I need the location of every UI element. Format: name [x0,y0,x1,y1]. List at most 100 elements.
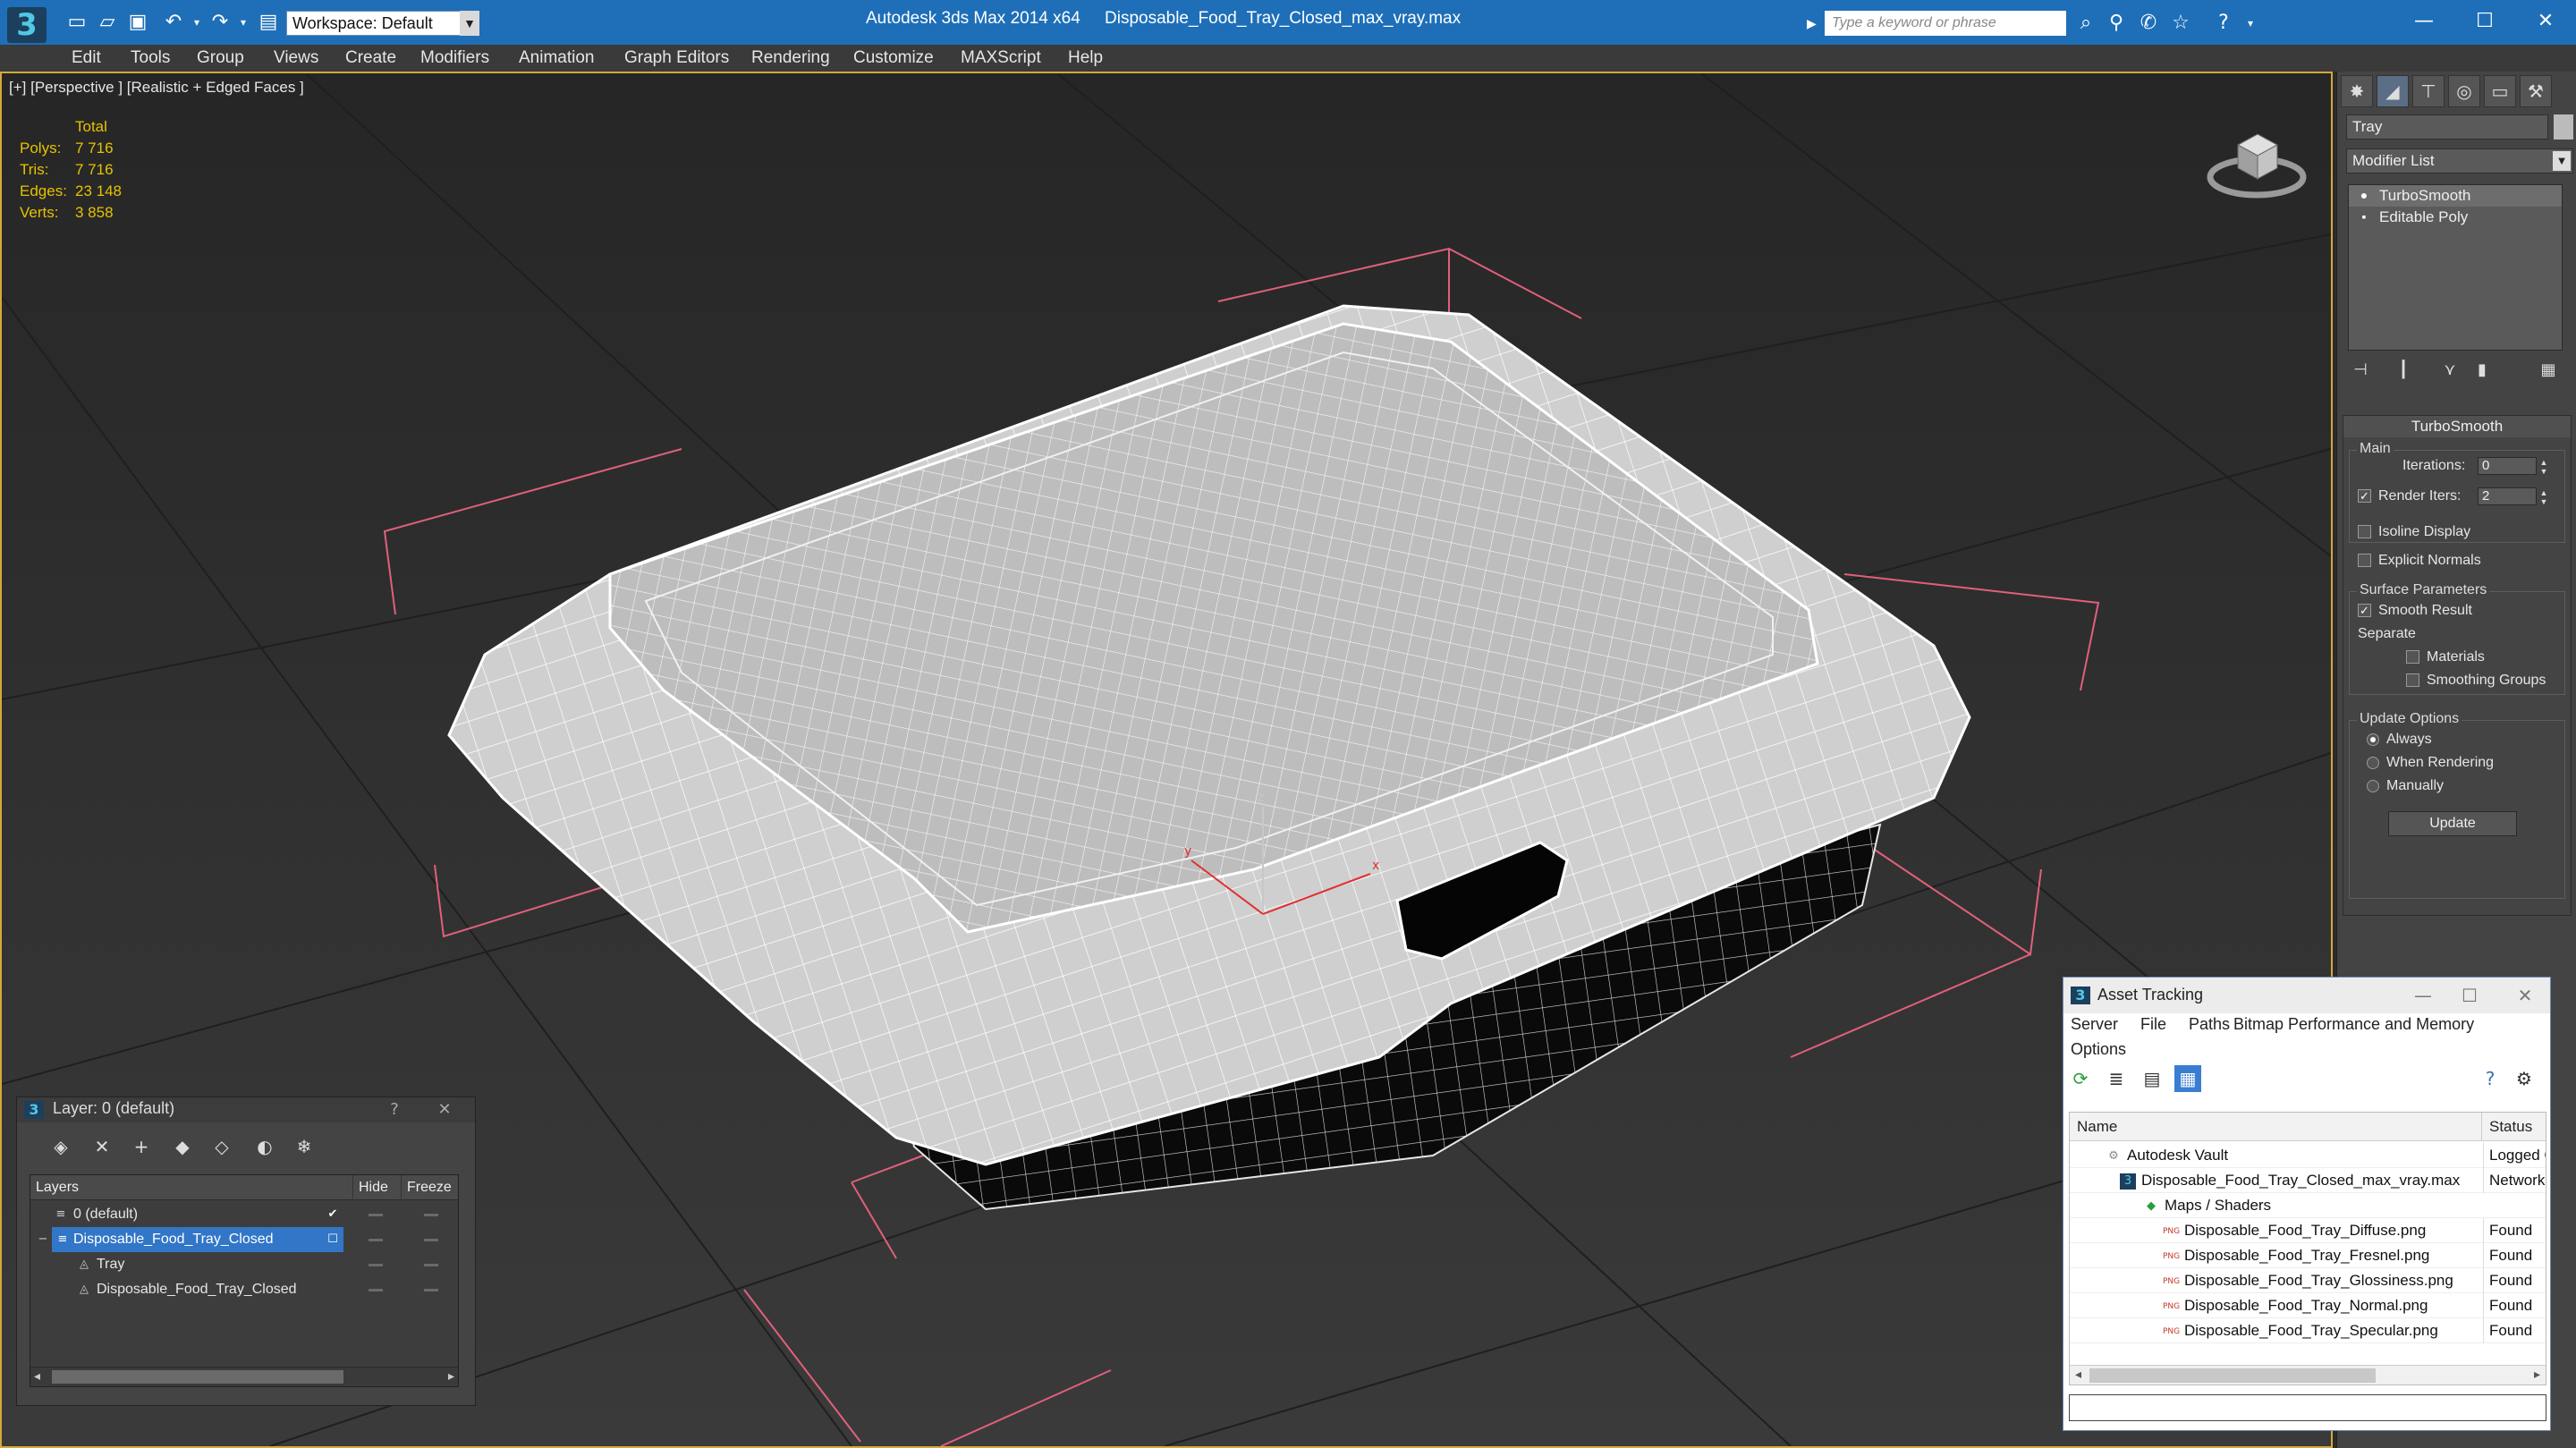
expand-plus-icon[interactable]: ▪ [2356,208,2372,224]
modify-tab-icon[interactable]: ◢ [2377,75,2409,107]
column-header-status[interactable]: Status [2481,1113,2546,1141]
menu-bitmap-performance[interactable]: Bitmap Performance and Memory [2233,1013,2474,1035]
lightbulb-icon[interactable]: ● [2356,187,2372,203]
scroll-right-icon[interactable]: ▸ [2534,1367,2540,1382]
hide-toggle[interactable] [369,1264,383,1266]
asset-row[interactable]: 3 Disposable_Food_Tray_Closed_max_vray.ma… [2070,1168,2546,1193]
when-rendering-row[interactable]: When Rendering [2367,752,2494,774]
minimize-icon[interactable]: — [2403,978,2443,1013]
layer-row[interactable]: ◬ Disposable_Food_Tray_Closed [30,1277,458,1302]
chevron-down-icon[interactable]: ▼ [460,11,479,36]
always-row[interactable]: Always [2367,729,2432,750]
modifier-list-dropdown[interactable]: Modifier List ▼ [2346,148,2573,174]
column-header-freeze[interactable]: Freeze [401,1175,460,1200]
stack-item-turbosmooth[interactable]: ● TurboSmooth [2349,185,2562,207]
materials-row[interactable]: Materials [2406,647,2485,668]
materials-checkbox[interactable] [2406,650,2419,665]
configure-modifier-sets-icon[interactable]: ▦ [2536,358,2561,383]
asset-row[interactable]: PNG Disposable_Food_Tray_Specular.png Fou… [2070,1318,2546,1343]
undo-dropdown-icon[interactable]: ▾ [184,11,209,34]
redo-dropdown-icon[interactable]: ▾ [231,11,256,34]
show-end-result-icon[interactable]: ┃ [2391,358,2416,383]
help-button[interactable]: ? [380,1097,409,1122]
workspace-select[interactable]: Workspace: Default [286,11,479,36]
freeze-toggle[interactable] [424,1264,438,1266]
hide-toggle[interactable] [369,1239,383,1241]
when-rendering-radio[interactable] [2367,756,2379,769]
menu-server[interactable]: Server [2071,1013,2118,1035]
remove-modifier-icon[interactable]: ▮ [2470,358,2495,383]
menu-create[interactable]: Create [345,45,396,72]
modifier-stack[interactable]: ● TurboSmooth ▪ Editable Poly [2348,184,2563,351]
object-name[interactable]: Disposable_Food_Tray_Closed [97,1277,304,1302]
subscription-icon[interactable]: ⚲ [2102,11,2131,36]
menu-maxscript[interactable]: MAXScript [961,45,1041,72]
save-file-icon[interactable]: ▣ [125,11,150,34]
viewport-label[interactable]: [+] [Perspective ] [Realistic + Edged Fa… [9,79,304,97]
render-iters-row[interactable]: ✓ Render Iters: [2358,486,2461,507]
horizontal-scrollbar[interactable]: ◂ ▸ [2070,1365,2546,1384]
search-input[interactable]: Type a keyword or phrase [1825,11,2066,36]
scrollbar-thumb[interactable] [2089,1368,2376,1383]
chevron-down-icon[interactable]: ▼ [2553,151,2571,171]
menu-modifiers[interactable]: Modifiers [420,45,489,72]
redo-icon[interactable]: ↷ [208,11,233,34]
menu-animation[interactable]: Animation [519,45,595,72]
refresh-icon[interactable]: ⟳ [2067,1065,2094,1092]
scroll-left-icon[interactable]: ◂ [2075,1367,2081,1382]
close-icon[interactable]: ✕ [2519,4,2572,39]
grid-view-icon[interactable]: ▦ [2174,1065,2201,1092]
asset-row[interactable]: ⚙ Autodesk Vault Logged Out [2070,1143,2546,1168]
object-color-swatch[interactable] [2554,114,2573,140]
layer-name[interactable]: 0 (default) [73,1202,145,1227]
menu-rendering[interactable]: Rendering [751,45,830,72]
menu-graph-editors[interactable]: Graph Editors [624,45,729,72]
communication-icon[interactable]: ✆ [2134,11,2163,36]
smoothing-groups-checkbox[interactable] [2406,673,2419,688]
add-to-layer-icon[interactable]: + [128,1133,155,1160]
asset-row[interactable]: PNG Disposable_Food_Tray_Normal.png Found [2070,1293,2546,1318]
create-layer-icon[interactable]: ◈ [47,1133,74,1160]
isoline-checkbox[interactable] [2358,525,2371,539]
stack-item-editable-poly[interactable]: ▪ Editable Poly [2349,207,2562,228]
undo-icon[interactable]: ↶ [161,11,186,34]
scroll-right-icon[interactable]: ▸ [448,1368,454,1384]
spinner-arrows-icon[interactable]: ▲ ▼ [2538,488,2550,506]
create-tab-icon[interactable]: ✸ [2341,75,2373,107]
delete-layer-icon[interactable]: ✕ [89,1133,115,1160]
table-view-icon[interactable]: ▤ [2139,1065,2165,1092]
asset-row[interactable]: PNG Disposable_Food_Tray_Fresnel.png Foun… [2070,1243,2546,1268]
object-name-field[interactable]: Tray [2346,114,2548,140]
layer-name[interactable]: Disposable_Food_Tray_Closed [52,1227,343,1252]
always-radio[interactable] [2367,732,2379,746]
freeze-all-layers-icon[interactable]: ❄ [291,1133,318,1160]
active-layer-check-icon[interactable]: ✔ [326,1207,340,1222]
isoline-row[interactable]: Isoline Display [2358,521,2470,543]
smooth-result-checkbox[interactable]: ✓ [2358,604,2371,618]
render-iters-checkbox[interactable]: ✓ [2358,489,2371,504]
update-button[interactable]: Update [2388,811,2517,836]
rollout-header[interactable]: TurboSmooth [2343,416,2571,437]
menu-help[interactable]: Help [1068,45,1103,72]
display-tab-icon[interactable]: ▭ [2484,75,2516,107]
select-objects-icon[interactable]: ◆ [169,1133,196,1160]
object-name[interactable]: Tray [97,1252,131,1277]
motion-tab-icon[interactable]: ◎ [2448,75,2480,107]
minimize-icon[interactable]: — [2397,4,2451,39]
menu-tools[interactable]: Tools [131,45,170,72]
asset-window-titlebar[interactable]: 3 Asset Tracking — ☐ ✕ [2063,978,2550,1013]
manually-radio[interactable] [2367,779,2379,792]
menu-group[interactable]: Group [197,45,244,72]
open-file-icon[interactable]: ▱ [95,11,120,34]
close-icon[interactable]: ✕ [430,1097,459,1122]
binoculars-icon[interactable]: ⌕ [2072,11,2100,36]
collapse-icon[interactable]: − [36,1232,50,1247]
smoothing-groups-row[interactable]: Smoothing Groups [2406,670,2546,691]
asset-row[interactable]: PNG Disposable_Food_Tray_Glossiness.png F… [2070,1268,2546,1293]
layer-row[interactable]: ◬ Tray [30,1252,458,1277]
help-dropdown-icon[interactable]: ▾ [2236,11,2265,36]
scroll-left-icon[interactable]: ◂ [34,1368,40,1384]
scrollbar-thumb[interactable] [52,1370,343,1384]
list-view-icon[interactable]: ≣ [2103,1065,2130,1092]
maximize-icon[interactable]: ☐ [2450,978,2489,1013]
